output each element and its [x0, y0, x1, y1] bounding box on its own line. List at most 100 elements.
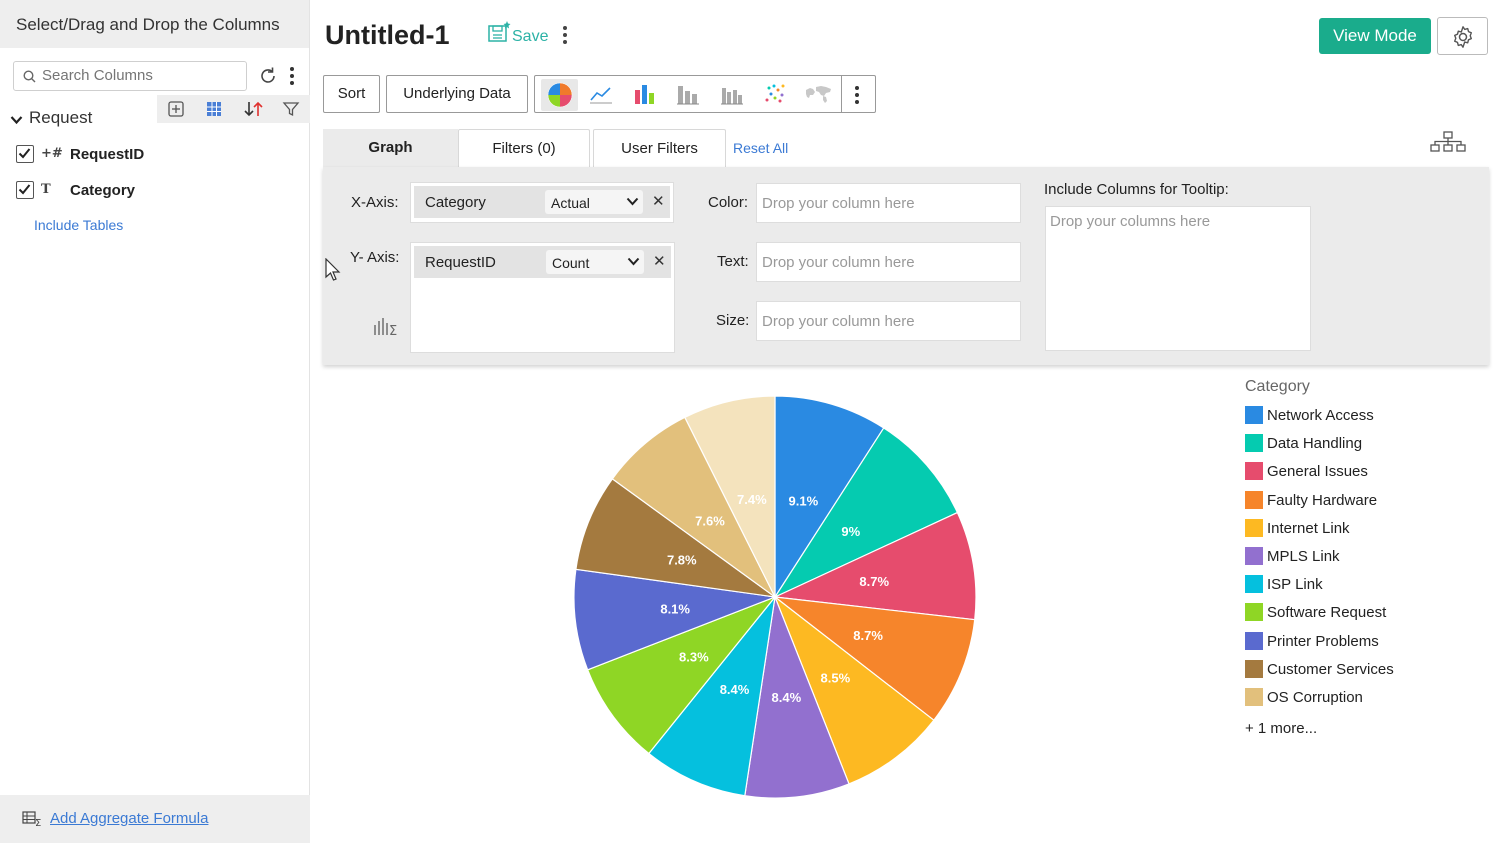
hierarchy-icon[interactable] — [1430, 131, 1466, 153]
search-input[interactable] — [42, 67, 242, 84]
legend-swatch — [1245, 406, 1263, 424]
pie-slice-label: 7.6% — [695, 513, 725, 528]
grouped-bar-icon[interactable] — [719, 82, 745, 106]
aggregate-formula-icon: Σ — [22, 811, 41, 827]
legend-more-link[interactable]: + 1 more... — [1245, 720, 1317, 737]
legend-label: Network Access — [1267, 407, 1374, 424]
svg-text:Σ: Σ — [35, 818, 41, 827]
pie-slice-label: 7.4% — [737, 492, 767, 507]
left-footer: Σ Add Aggregate Formula — [0, 795, 310, 843]
pie-chart-icon — [547, 82, 573, 108]
underlying-data-button[interactable]: Underlying Data — [386, 75, 528, 113]
legend-swatch — [1245, 462, 1263, 481]
chart-legend: Category Network Access Data Handling Gene… — [1245, 378, 1394, 737]
add-column-icon[interactable] — [167, 100, 185, 118]
text-label: Text: — [717, 253, 749, 270]
pie-slice-label: 9.1% — [789, 494, 819, 509]
y-axis-column: RequestID — [425, 254, 496, 271]
text-dropzone[interactable]: Drop your column here — [756, 242, 1021, 282]
more-chart-types-icon[interactable] — [852, 84, 862, 106]
y-axis-agg-select[interactable]: Count — [546, 250, 644, 274]
x-axis-dropzone[interactable]: Category Actual ✕ — [410, 182, 674, 223]
measure-icon[interactable]: Σ — [373, 317, 401, 337]
scatter-icon[interactable] — [762, 82, 788, 106]
legend-label: ISP Link — [1267, 576, 1323, 594]
legend-item[interactable]: Software Request — [1245, 601, 1386, 629]
legend-label: Data Handling — [1267, 435, 1363, 453]
legend-item[interactable]: ISP Link — [1245, 573, 1323, 601]
remove-y-axis-icon[interactable]: ✕ — [653, 252, 666, 270]
legend-item[interactable]: OS Corruption — [1245, 686, 1363, 714]
table-icon[interactable] — [205, 100, 223, 118]
y-axis-agg-value: Count — [552, 255, 590, 271]
line-chart-icon[interactable] — [588, 82, 614, 106]
legend-swatch — [1245, 659, 1263, 678]
y-axis-label: Y- Axis: — [350, 249, 400, 266]
legend-item[interactable]: Faulty Hardware — [1245, 489, 1377, 517]
legend-label: OS Corruption — [1267, 688, 1363, 706]
bar-chart-icon[interactable] — [632, 82, 658, 106]
settings-button[interactable] — [1437, 17, 1488, 55]
pie-slice-label: 8.1% — [660, 602, 690, 617]
legend-item[interactable]: Customer Services — [1245, 658, 1394, 686]
remove-x-axis-icon[interactable]: ✕ — [652, 192, 665, 210]
color-dropzone[interactable]: Drop your column here — [756, 183, 1021, 223]
color-label: Color: — [708, 194, 749, 211]
chevron-down-icon — [627, 257, 640, 266]
sort-order-icon[interactable] — [243, 100, 265, 118]
sort-button[interactable]: Sort — [323, 75, 380, 113]
map-icon[interactable] — [803, 82, 835, 106]
y-axis-pill[interactable]: RequestID Count ✕ — [414, 246, 671, 278]
x-axis-agg-select[interactable]: Actual — [545, 190, 643, 214]
mouse-cursor-icon — [325, 258, 341, 281]
refresh-icon[interactable] — [258, 66, 278, 86]
y-axis-dropzone[interactable]: RequestID Count ✕ — [410, 242, 675, 353]
tab-filters[interactable]: Filters (0) — [458, 129, 590, 167]
legend-swatch — [1245, 546, 1263, 565]
x-axis-column: Category — [425, 194, 486, 211]
tooltip-label: Include Columns for Tooltip: — [1044, 181, 1229, 198]
tooltip-dropzone[interactable]: Drop your columns here — [1045, 206, 1311, 351]
legend-swatch — [1245, 575, 1263, 594]
chart-type-pie[interactable] — [541, 79, 578, 111]
numeric-type-icon: +# — [41, 146, 63, 161]
legend-label: Printer Problems — [1267, 632, 1379, 650]
filter-icon[interactable] — [282, 100, 300, 118]
legend-item[interactable]: Network Access — [1245, 404, 1374, 432]
column-checkbox[interactable] — [16, 181, 34, 199]
view-mode-button[interactable]: View Mode — [1319, 18, 1431, 54]
add-aggregate-formula-link[interactable]: Add Aggregate Formula — [50, 810, 208, 827]
legend-swatch — [1245, 490, 1263, 509]
column-checkbox[interactable] — [16, 145, 34, 163]
chevron-down-icon — [626, 197, 639, 206]
legend-label: Customer Services — [1267, 660, 1394, 678]
column-name: Category — [70, 182, 136, 199]
include-tables-link[interactable]: Include Tables — [34, 217, 123, 233]
legend-item[interactable]: General Issues — [1245, 460, 1368, 488]
x-axis-pill[interactable]: Category Actual ✕ — [414, 186, 670, 218]
more-options-icon[interactable] — [560, 24, 570, 46]
stacked-bar-icon[interactable] — [675, 82, 701, 106]
chart-shelf-panel: X-Axis: Category Actual ✕ Y- Axis: Reque… — [323, 167, 1489, 365]
more-options-icon[interactable] — [287, 65, 297, 87]
search-box[interactable] — [13, 61, 247, 91]
legend-item[interactable]: Printer Problems — [1245, 630, 1379, 658]
pie-slice-label: 9% — [841, 524, 860, 539]
legend-item[interactable]: Internet Link — [1245, 517, 1350, 545]
pie-chart[interactable]: 9.1% 9% 8.7% 8.7% 8.5% 8.4% 8.4% 8.3% 8.1% 7.8% 7.… — [560, 380, 990, 810]
table-node-request[interactable]: Request — [10, 108, 92, 128]
reset-all-link[interactable]: Reset All — [733, 140, 788, 156]
legend-label: General Issues — [1267, 463, 1368, 481]
report-title[interactable]: Untitled-1 — [325, 20, 450, 51]
legend-item[interactable]: Data Handling — [1245, 432, 1362, 460]
size-label: Size: — [716, 312, 750, 329]
tab-graph[interactable]: Graph — [323, 129, 458, 167]
legend-swatch — [1245, 631, 1263, 650]
column-tool-strip — [157, 95, 310, 123]
pie-slice-label: 8.4% — [720, 682, 750, 697]
legend-swatch — [1245, 518, 1263, 537]
legend-item[interactable]: MPLS Link — [1245, 545, 1340, 573]
pie-slice-label: 8.3% — [679, 649, 709, 664]
size-dropzone[interactable]: Drop your column here — [756, 301, 1021, 341]
tab-user-filters[interactable]: User Filters — [593, 129, 726, 167]
